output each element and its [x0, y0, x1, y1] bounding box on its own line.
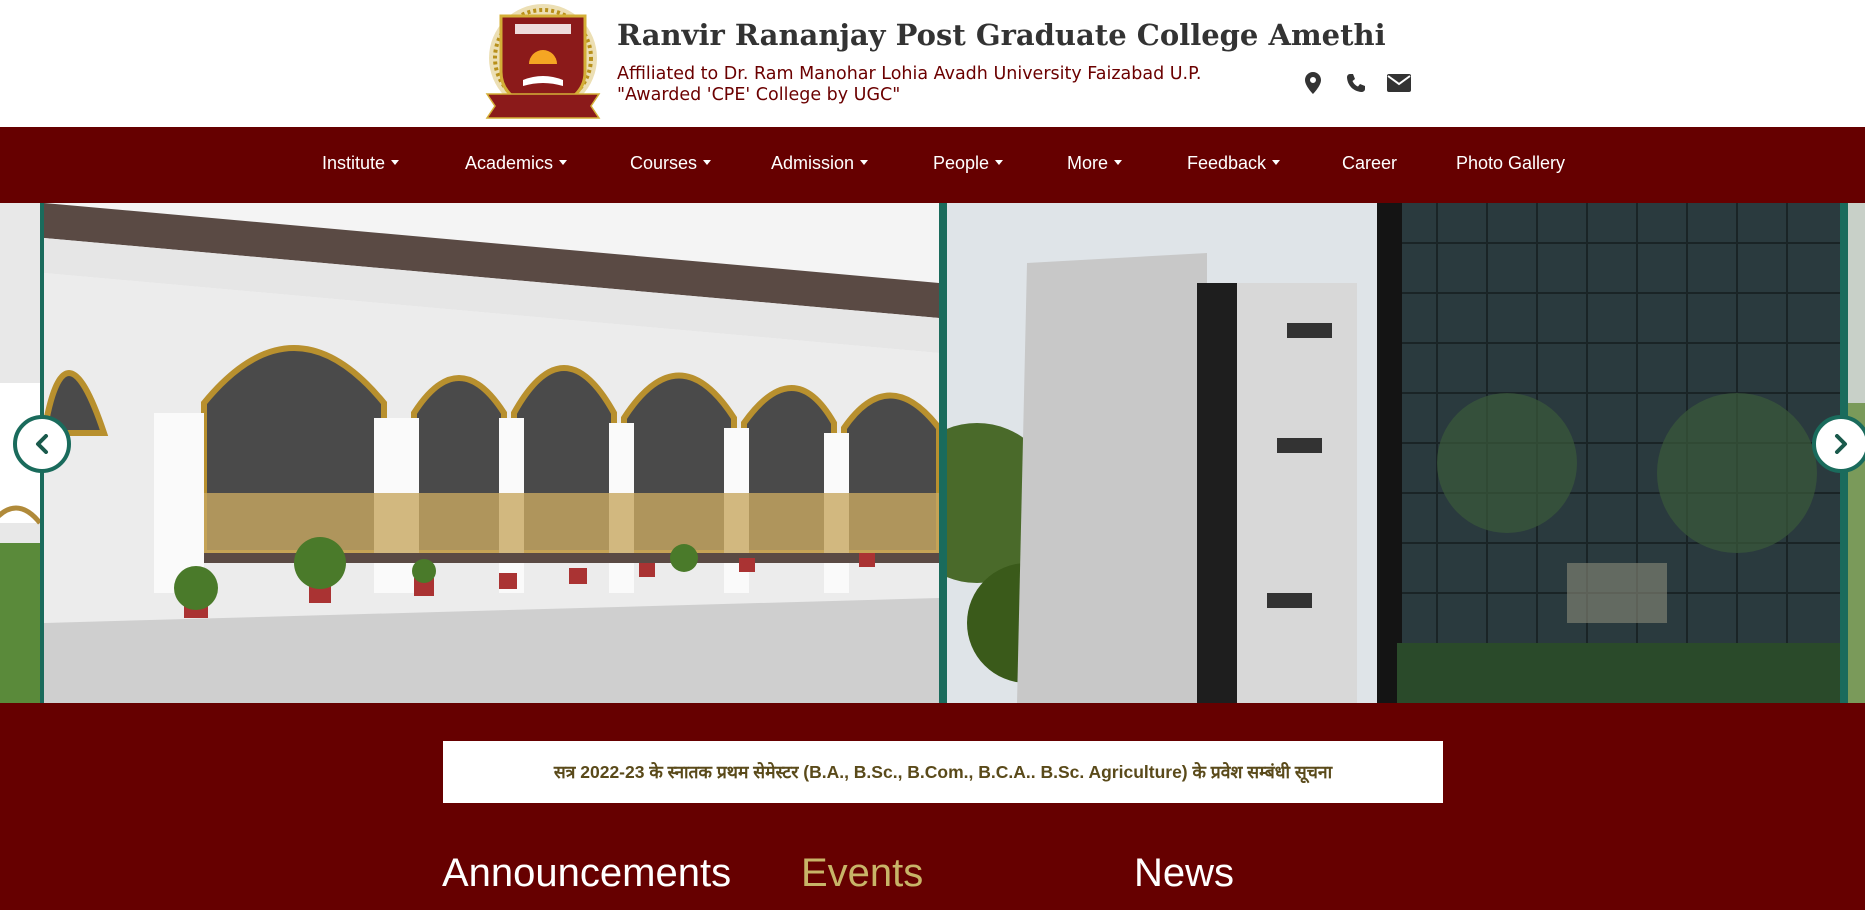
nav-institute[interactable]: Institute — [322, 153, 400, 174]
slider-prev-button[interactable] — [13, 415, 71, 473]
nav-label: Career — [1342, 153, 1398, 173]
caret-down-icon — [1114, 159, 1123, 165]
caret-down-icon — [391, 159, 400, 165]
nav-people[interactable]: People — [933, 153, 1004, 174]
admission-notice-link[interactable]: सत्र 2022-23 के स्नातक प्रथम सेमेस्टर (B… — [443, 741, 1443, 803]
nav-label: Admission — [771, 153, 855, 173]
site-header: Ranvir Rananjay Post Graduate College Am… — [0, 0, 1865, 127]
nav-academics[interactable]: Academics — [465, 153, 568, 174]
affiliation-text: Affiliated to Dr. Ram Manohar Lohia Avad… — [617, 64, 1202, 84]
nav-label: Photo Gallery — [1456, 153, 1566, 173]
slide-arched-building — [40, 203, 943, 703]
nav-label: Institute — [322, 153, 386, 173]
news-section: सत्र 2022-23 के स्नातक प्रथम सेमेस्टर (B… — [0, 703, 1865, 910]
tab-events[interactable]: Events — [801, 851, 923, 896]
nav-label: More — [1067, 153, 1109, 173]
college-title[interactable]: Ranvir Rananjay Post Graduate College Am… — [617, 18, 1386, 52]
caret-down-icon — [995, 159, 1004, 165]
tab-news[interactable]: News — [1134, 851, 1234, 896]
nav-feedback[interactable]: Feedback — [1187, 153, 1281, 174]
nav-label: People — [933, 153, 990, 173]
nav-label: Feedback — [1187, 153, 1267, 173]
envelope-icon[interactable] — [1386, 70, 1412, 96]
nav-courses[interactable]: Courses — [630, 153, 712, 174]
nav-admission[interactable]: Admission — [771, 153, 869, 174]
college-logo[interactable] — [479, 2, 607, 122]
chevron-left-icon — [36, 434, 48, 454]
main-navigation: Institute Academics Courses Admission Pe… — [0, 127, 1865, 203]
phone-icon[interactable] — [1343, 70, 1369, 96]
nav-photo-gallery[interactable]: Photo Gallery — [1456, 153, 1565, 174]
caret-down-icon — [559, 159, 568, 165]
nav-more[interactable]: More — [1067, 153, 1123, 174]
caret-down-icon — [1272, 159, 1281, 165]
tab-announcements[interactable]: Announcements — [442, 851, 731, 896]
nav-label: Academics — [465, 153, 554, 173]
image-slider[interactable] — [0, 203, 1865, 703]
nav-label: Courses — [630, 153, 698, 173]
chevron-right-icon — [1835, 434, 1847, 454]
map-marker-icon[interactable] — [1300, 70, 1326, 96]
caret-down-icon — [703, 159, 712, 165]
slider-next-button[interactable] — [1812, 415, 1865, 473]
caret-down-icon — [860, 159, 869, 165]
award-text: "Awarded 'CPE' College by UGC" — [617, 85, 901, 105]
slide-glass-building — [943, 203, 1844, 703]
header-contact-icons — [1300, 70, 1412, 96]
nav-career[interactable]: Career — [1342, 153, 1397, 174]
